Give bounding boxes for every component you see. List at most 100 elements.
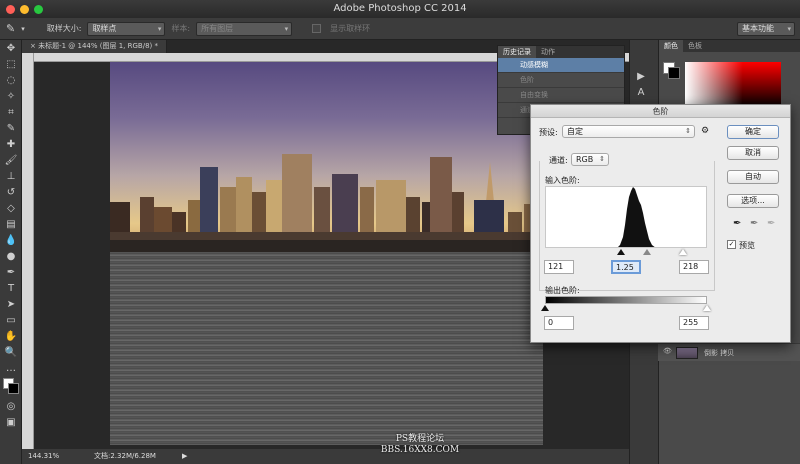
input-white-slider[interactable] bbox=[679, 249, 687, 255]
sample-label: 样本: bbox=[171, 24, 191, 33]
preset-gear-icon[interactable]: ⚙ bbox=[701, 126, 709, 136]
history-brush-icon[interactable]: ↺ bbox=[0, 184, 22, 200]
layer-row[interactable]: 👁 倒影 拷贝 bbox=[658, 343, 800, 361]
quick-mask-icon[interactable]: ◎ bbox=[0, 398, 22, 414]
output-white-field[interactable]: 255 bbox=[679, 316, 709, 330]
doc-size: 文档:2.32M/6.28M bbox=[94, 452, 156, 460]
sample-size-select[interactable]: 取样点 bbox=[87, 21, 166, 36]
output-black-field[interactable]: 0 bbox=[544, 316, 574, 330]
show-ring-checkbox[interactable] bbox=[312, 24, 322, 33]
preset-select[interactable]: 自定 bbox=[562, 125, 695, 138]
cancel-button[interactable]: 取消 bbox=[727, 146, 779, 160]
skyline-buildings bbox=[110, 154, 543, 252]
white-point-eyedropper-icon[interactable]: ✒ bbox=[767, 218, 775, 229]
preview-checkbox[interactable]: ✓ bbox=[727, 240, 736, 249]
gray-point-eyedropper-icon[interactable]: ✒ bbox=[750, 218, 758, 229]
tab-history[interactable]: 历史记录 bbox=[498, 46, 536, 58]
shape-tool-icon[interactable]: ▭ bbox=[0, 312, 22, 328]
levels-title: 色阶 bbox=[531, 105, 790, 118]
sample-select[interactable]: 所有图层 bbox=[196, 21, 293, 36]
options-bar: ✎ ▾ 取样大小: 取样点 样本: 所有图层 显示取样环 bbox=[0, 18, 800, 40]
input-black-slider[interactable] bbox=[617, 249, 625, 255]
gradient-tool-icon[interactable]: ▤ bbox=[0, 216, 22, 232]
histogram bbox=[545, 186, 707, 248]
history-item[interactable]: 自由变换 bbox=[498, 88, 624, 103]
brush-tool-icon[interactable]: 🖌 bbox=[0, 152, 22, 168]
zoom-window-button[interactable] bbox=[34, 5, 43, 14]
preset-label: 预设: bbox=[539, 128, 558, 137]
eraser-tool-icon[interactable]: ◇ bbox=[0, 200, 22, 216]
input-black-field[interactable]: 121 bbox=[544, 260, 574, 274]
marquee-tool-icon[interactable]: ⬚ bbox=[0, 56, 22, 72]
sample-size-label: 取样大小: bbox=[46, 24, 82, 33]
city-skyline-image bbox=[110, 62, 543, 252]
quick-select-tool-icon[interactable]: ✧ bbox=[0, 88, 22, 104]
tab-swatches[interactable]: 色板 bbox=[683, 40, 707, 52]
preview-label: 预览 bbox=[739, 241, 755, 250]
levels-dialog: 色阶 预设: 自定 ⚙ 通道: RGB 输入色阶: 121 1.25 218 输… bbox=[530, 104, 791, 343]
zoom-level[interactable]: 144.31% bbox=[28, 449, 59, 464]
screen-mode-icon[interactable]: ▣ bbox=[0, 414, 22, 430]
image-canvas[interactable] bbox=[110, 62, 543, 445]
output-black-slider[interactable] bbox=[541, 305, 549, 311]
hand-tool-icon[interactable]: ✋ bbox=[0, 328, 22, 344]
tab-color[interactable]: 颜色 bbox=[659, 40, 683, 52]
tools-panel: ✥ ⬚ ◌ ✧ ⌗ ✎ ✚ 🖌 ⊥ ↺ ◇ ▤ 💧 ● ✒ T ➤ ▭ ✋ 🔍 … bbox=[0, 40, 22, 464]
options-button[interactable]: 选项... bbox=[727, 194, 779, 208]
status-arrow-icon[interactable]: ▶ bbox=[182, 449, 187, 464]
character-panel-icon[interactable]: A bbox=[630, 84, 652, 100]
output-levels-label: 输出色阶: bbox=[545, 286, 580, 295]
ruler-vertical bbox=[22, 53, 34, 449]
history-item[interactable]: 动感模糊 bbox=[498, 58, 624, 73]
tab-actions[interactable]: 动作 bbox=[536, 46, 560, 58]
input-levels-label: 输入色阶: bbox=[545, 176, 580, 185]
histogram-graph bbox=[618, 187, 655, 247]
document-tab-title: 未标题-1 @ 144% (图层 1, RGB/8) * bbox=[38, 42, 158, 50]
zoom-tool-icon[interactable]: 🔍 bbox=[0, 344, 22, 360]
watermark-line1: PS教程论坛 bbox=[395, 434, 445, 444]
window-controls bbox=[6, 5, 43, 14]
app-title: Adobe Photoshop CC 2014 bbox=[333, 3, 467, 14]
output-white-slider[interactable] bbox=[703, 305, 711, 311]
auto-button[interactable]: 自动 bbox=[727, 170, 779, 184]
input-gamma-field[interactable]: 1.25 bbox=[611, 260, 641, 274]
title-bar: Adobe Photoshop CC 2014 bbox=[0, 0, 800, 18]
eyedropper-icon[interactable]: ✎ bbox=[0, 120, 22, 136]
lasso-tool-icon[interactable]: ◌ bbox=[0, 72, 22, 88]
color-spectrum[interactable] bbox=[685, 62, 781, 107]
watermark: PS教程论坛 BBS.16XX8.COM bbox=[360, 434, 480, 456]
background-color-swatch[interactable] bbox=[8, 383, 19, 394]
clone-stamp-icon[interactable]: ⊥ bbox=[0, 168, 22, 184]
show-ring-label: 显示取样环 bbox=[330, 24, 371, 33]
layer-thumbnail bbox=[676, 347, 698, 359]
motion-blur-water bbox=[110, 252, 543, 445]
tool-preset-chevron-icon[interactable]: ▾ bbox=[21, 25, 25, 33]
play-icon[interactable]: ▶ bbox=[630, 68, 652, 84]
dodge-tool-icon[interactable]: ● bbox=[0, 248, 22, 264]
pen-tool-icon[interactable]: ✒ bbox=[0, 264, 22, 280]
input-white-field[interactable]: 218 bbox=[679, 260, 709, 274]
eyedropper-tool-icon[interactable]: ✎ bbox=[6, 22, 15, 35]
healing-brush-icon[interactable]: ✚ bbox=[0, 136, 22, 152]
crop-tool-icon[interactable]: ⌗ bbox=[0, 104, 22, 120]
output-gradient bbox=[545, 296, 707, 304]
close-tab-icon[interactable]: × bbox=[30, 42, 38, 50]
color-swatches[interactable] bbox=[0, 376, 21, 398]
path-select-icon[interactable]: ➤ bbox=[0, 296, 22, 312]
visibility-eye-icon[interactable]: 👁 bbox=[663, 347, 672, 355]
close-window-button[interactable] bbox=[6, 5, 15, 14]
status-bar: 144.31% 文档:2.32M/6.28M ▶ bbox=[22, 449, 654, 464]
document-tab[interactable]: × 未标题-1 @ 144% (图层 1, RGB/8) * bbox=[22, 40, 167, 53]
black-point-eyedropper-icon[interactable]: ✒ bbox=[733, 218, 741, 229]
layer-name: 倒影 拷贝 bbox=[704, 349, 735, 357]
minimize-window-button[interactable] bbox=[20, 5, 29, 14]
ok-button[interactable]: 确定 bbox=[727, 125, 779, 139]
workspace-select[interactable]: 基本功能 bbox=[737, 22, 795, 36]
more-tools-icon[interactable]: … bbox=[0, 360, 22, 376]
input-gamma-slider[interactable] bbox=[643, 249, 651, 255]
type-tool-icon[interactable]: T bbox=[0, 280, 22, 296]
blur-tool-icon[interactable]: 💧 bbox=[0, 232, 22, 248]
bg-color-chip[interactable] bbox=[668, 67, 680, 79]
history-item[interactable]: 色阶 bbox=[498, 73, 624, 88]
move-tool-icon[interactable]: ✥ bbox=[0, 40, 22, 56]
